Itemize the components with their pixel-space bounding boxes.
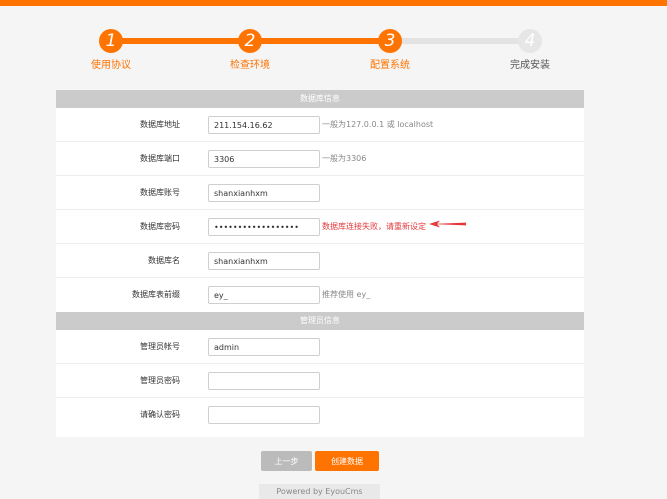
db-name-label: 数据库名 [148,256,180,265]
admin-account-input[interactable] [208,338,320,356]
top-accent-bar [0,0,667,6]
step-2-circle: 2 [238,29,262,53]
step-1-circle: 1 [99,29,123,53]
db-password-label: 数据库密码 [140,222,180,231]
db-prefix-label: 数据库表前缀 [132,290,180,299]
step-1-label: 使用协议 [91,60,131,71]
step-4-label: 完成安装 [510,60,550,71]
db-port-input[interactable] [208,150,320,168]
admin-section-title: 管理员信息 [56,312,584,330]
db-name-input[interactable] [208,252,320,270]
powered-by-footer: Powered by EyouCms [259,484,380,499]
admin-account-row: 管理员帐号 [56,330,584,364]
db-prefix-row: 数据库表前缀 推荐使用 ey_ [56,278,584,312]
db-host-hint: 一般为127.0.0.1 或 localhost [322,120,434,129]
db-password-input[interactable] [208,218,320,236]
install-stepper: 1 2 3 4 使用协议 检查环境 配置系统 完成安装 [0,24,667,74]
step-4-circle: 4 [518,29,542,53]
db-name-row: 数据库名 [56,244,584,278]
config-form-panel: 数据库信息 数据库地址 一般为127.0.0.1 或 localhost 数据库… [56,90,584,437]
db-user-input[interactable] [208,184,320,202]
db-user-label: 数据库账号 [140,188,180,197]
admin-password-input[interactable] [208,372,320,390]
db-port-hint: 一般为3306 [322,154,367,163]
create-data-button[interactable]: 创建数据 [315,451,379,471]
db-host-label: 数据库地址 [140,120,180,129]
db-host-input[interactable] [208,116,320,134]
db-error-message: 数据库连接失败，请重新设定 [322,222,426,231]
progress-line-remaining [390,38,530,44]
db-port-row: 数据库端口 一般为3306 [56,142,584,176]
db-host-row: 数据库地址 一般为127.0.0.1 或 localhost [56,108,584,142]
admin-password-label: 管理员密码 [140,376,180,385]
db-password-row: 数据库密码 数据库连接失败，请重新设定 [56,210,584,244]
admin-password-row: 管理员密码 [56,364,584,398]
step-3-label: 配置系统 [370,60,410,71]
admin-confirm-input[interactable] [208,406,320,424]
admin-account-label: 管理员帐号 [140,342,180,351]
db-port-label: 数据库端口 [140,154,180,163]
db-prefix-input[interactable] [208,286,320,304]
database-section-title: 数据库信息 [56,90,584,108]
db-prefix-hint: 推荐使用 ey_ [322,290,371,299]
previous-step-button[interactable]: 上一步 [261,451,312,471]
admin-confirm-label: 请确认密码 [140,410,180,419]
step-2-label: 检查环境 [230,60,270,71]
admin-confirm-row: 请确认密码 [56,398,584,432]
arrow-left-icon [429,220,466,228]
db-user-row: 数据库账号 [56,176,584,210]
step-3-circle: 3 [378,29,402,53]
